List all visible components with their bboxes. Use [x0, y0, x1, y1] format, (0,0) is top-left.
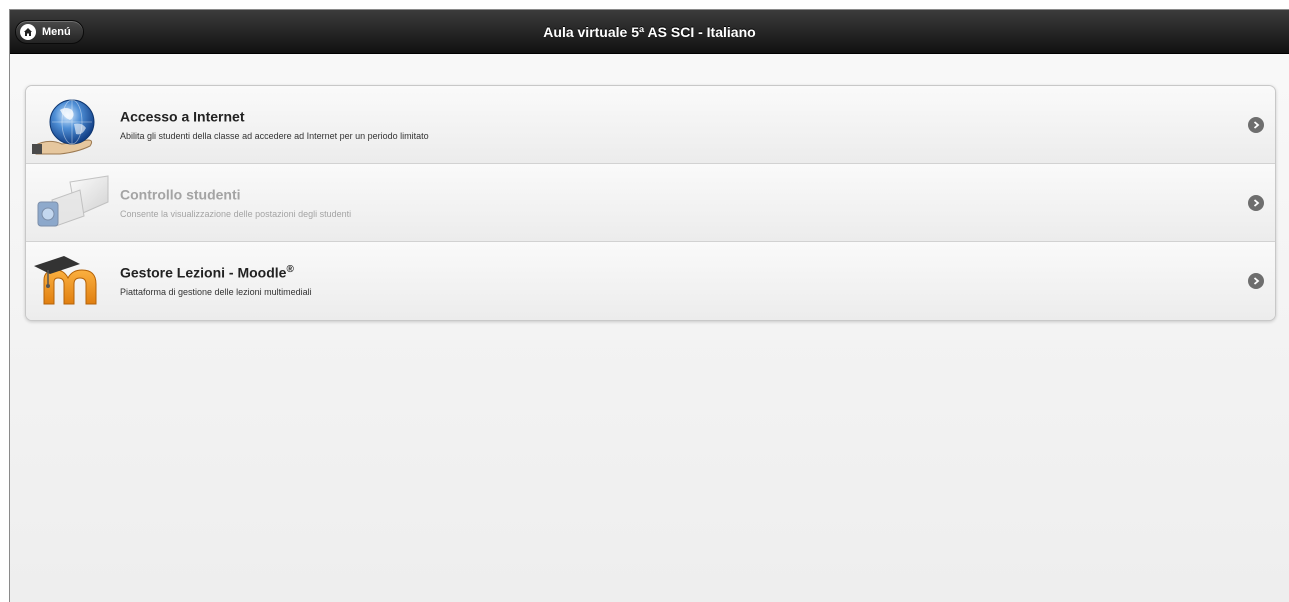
app-frame: Menú Aula virtuale 5ª AS SCI - Italiano: [9, 9, 1289, 602]
list-item-controllo-studenti[interactable]: Controllo studenti Consente la visualizz…: [26, 164, 1275, 242]
item-title: Accesso a Internet: [120, 108, 245, 125]
item-title: Controllo studenti: [120, 186, 241, 203]
moodle-logo-icon: [34, 256, 97, 305]
item-description: Abilita gli studenti della classe ad acc…: [120, 131, 429, 141]
globe-hand-icon: [32, 99, 95, 155]
page-title: Aula virtuale 5ª AS SCI - Italiano: [543, 24, 756, 40]
webcam-icon: [37, 175, 109, 227]
top-toolbar: Menú Aula virtuale 5ª AS SCI - Italiano: [10, 10, 1289, 54]
item-description: Piattaforma di gestione delle lezioni mu…: [120, 287, 312, 297]
app-list: Accesso a Internet Abilita gli studenti …: [25, 85, 1276, 321]
chevron-right-icon: [1248, 117, 1264, 133]
list-item-accesso-internet[interactable]: Accesso a Internet Abilita gli studenti …: [26, 86, 1275, 164]
item-title: Gestore Lezioni - Moodle®: [120, 264, 294, 281]
chevron-right-icon: [1248, 195, 1264, 211]
list-item-moodle[interactable]: Gestore Lezioni - Moodle® Piattaforma di…: [26, 242, 1275, 320]
chevron-right-icon: [1248, 273, 1264, 289]
item-description: Consente la visualizzazione delle postaz…: [120, 209, 352, 219]
